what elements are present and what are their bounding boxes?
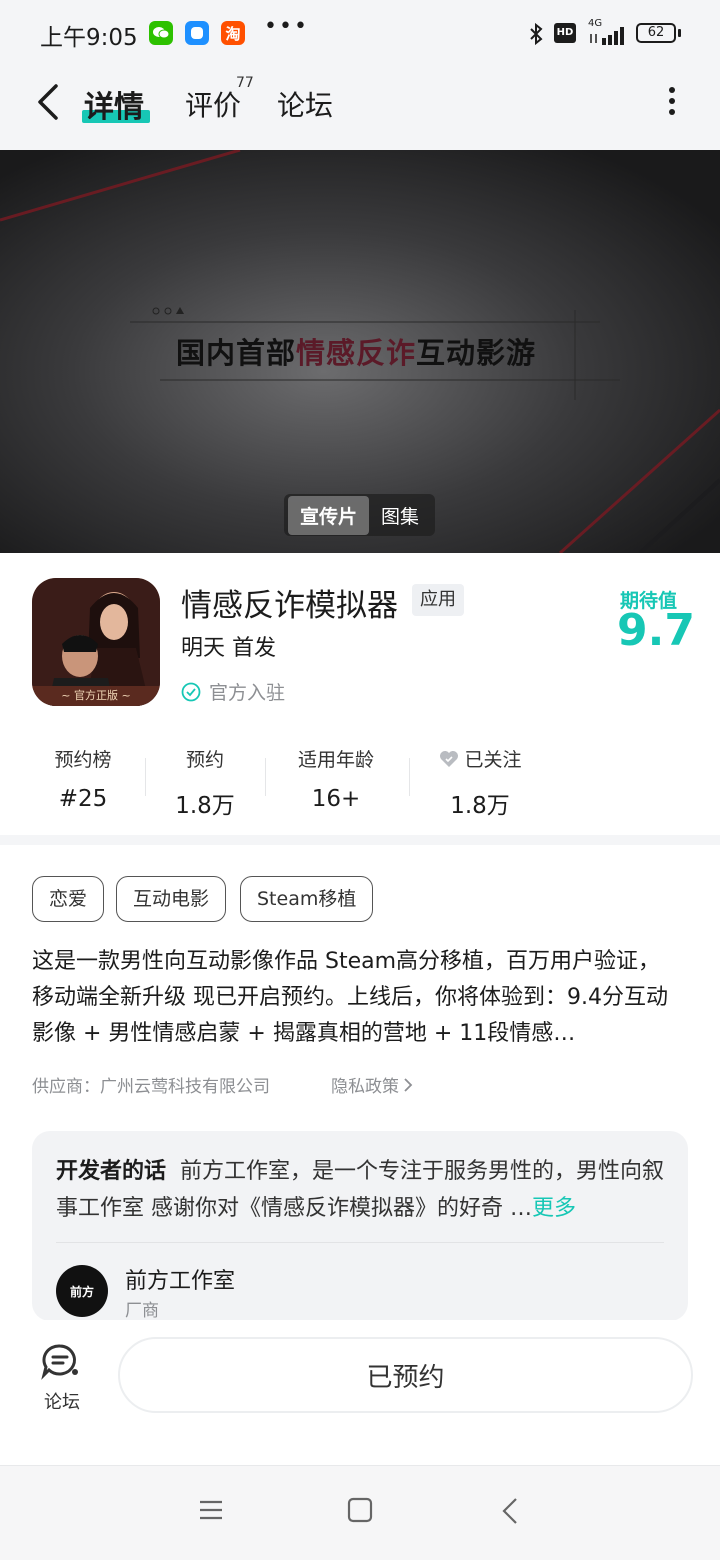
more-menu-icon[interactable] (664, 86, 680, 120)
app-icon-caption: ~ 官方正版 ~ (61, 689, 131, 702)
developer-avatar[interactable]: 前方 (56, 1265, 108, 1317)
developer-role: 厂商 (125, 1301, 159, 1321)
tab-details[interactable]: 详情 (84, 82, 144, 126)
stat-value: 1.8万 (175, 793, 235, 819)
promo-video[interactable]: 国内首部情感反诈互动影游 (0, 150, 720, 553)
hd-icon: HD (554, 23, 576, 43)
app-type-tag: 应用 (412, 584, 464, 616)
taobao-icon: 淘 (221, 21, 245, 45)
back-icon[interactable] (34, 82, 62, 126)
wechat-icon (149, 21, 173, 45)
chevron-right-icon (403, 1077, 413, 1093)
stat-value: 16+ (311, 786, 361, 812)
follow-label: 已关注 (464, 749, 522, 771)
card-divider (56, 1242, 664, 1243)
more-notifications-icon: ••• (264, 14, 309, 39)
media-toggle: 宣传片 图集 (284, 494, 436, 536)
bluetooth-icon (528, 22, 544, 50)
release-info: 明天 首发 (181, 636, 276, 661)
back-nav-icon[interactable] (500, 1497, 520, 1529)
developer-message: 开发者的话 前方工作室，是一个专注于服务男性的，男性向叙事工作室 感谢你对《情感… (56, 1153, 668, 1227)
expectation-score: 9.7 (617, 605, 695, 656)
stat-ranking[interactable]: 预约榜 #25 (46, 745, 120, 812)
official-badge: 官方入驻 (181, 678, 285, 705)
home-icon[interactable] (347, 1497, 373, 1527)
developer-message-label: 开发者的话 (56, 1159, 167, 1184)
stat-age: 适用年龄 16+ (286, 745, 386, 812)
stat-value: 1.8万 (450, 793, 510, 819)
signal-icon (588, 26, 628, 50)
stat-value: #25 (58, 786, 108, 812)
supplier-info: 供应商：广州云莺科技有限公司 (32, 1077, 270, 1097)
tab-forum[interactable]: 论坛 (277, 84, 333, 124)
developer-card[interactable]: 开发者的话 前方工作室，是一个专注于服务男性的，男性向叙事工作室 感谢你对《情感… (32, 1131, 688, 1321)
app-icon: ~ 官方正版 ~ (32, 578, 160, 706)
stat-divider (265, 758, 266, 796)
stat-label: 已关注 (432, 745, 528, 772)
tag-chip[interactable]: 恋爱 (32, 876, 105, 922)
section-divider (0, 835, 720, 845)
app-notify-icon (185, 21, 209, 45)
hero-title: 国内首部情感反诈互动影游 (176, 336, 537, 370)
verified-check-icon (181, 682, 201, 702)
battery-tip (678, 29, 681, 37)
stat-follow[interactable]: 已关注 1.8万 (432, 745, 528, 820)
app-name: 情感反诈模拟器 (181, 588, 398, 624)
more-link[interactable]: 更多 (532, 1196, 576, 1221)
stat-divider (409, 758, 410, 796)
app-description[interactable]: 这是一款男性向互动影像作品 Steam高分移植，百万用户验证，移动端全新升级 现… (32, 944, 682, 1052)
menu-icon[interactable] (198, 1498, 224, 1526)
tag-chip[interactable]: 互动电影 (116, 876, 227, 922)
stat-label: 预约 (185, 749, 224, 771)
toggle-gallery[interactable]: 图集 (369, 496, 431, 535)
reserved-button[interactable]: 已预约 (118, 1337, 693, 1413)
privacy-policy-link[interactable]: 隐私政策 (331, 1072, 413, 1097)
forum-label[interactable]: 论坛 (44, 1388, 80, 1414)
stat-label: 预约榜 (54, 749, 112, 771)
tab-reviews[interactable]: 评价 (185, 84, 241, 124)
status-time: 上午9:05 (40, 25, 138, 51)
stat-reservations: 预约 1.8万 (168, 745, 242, 820)
reviews-count: 77 (236, 75, 254, 91)
privacy-label: 隐私政策 (331, 1077, 399, 1097)
heart-icon (438, 749, 460, 769)
developer-name[interactable]: 前方工作室 (125, 1263, 235, 1295)
stat-label: 适用年龄 (297, 749, 374, 771)
stat-divider (145, 758, 146, 796)
tag-chip[interactable]: Steam移植 (240, 876, 374, 922)
battery-icon: 62 (636, 23, 676, 43)
toggle-trailer[interactable]: 宣传片 (288, 495, 370, 535)
official-label: 官方入驻 (209, 682, 286, 704)
forum-icon[interactable] (40, 1342, 82, 1386)
